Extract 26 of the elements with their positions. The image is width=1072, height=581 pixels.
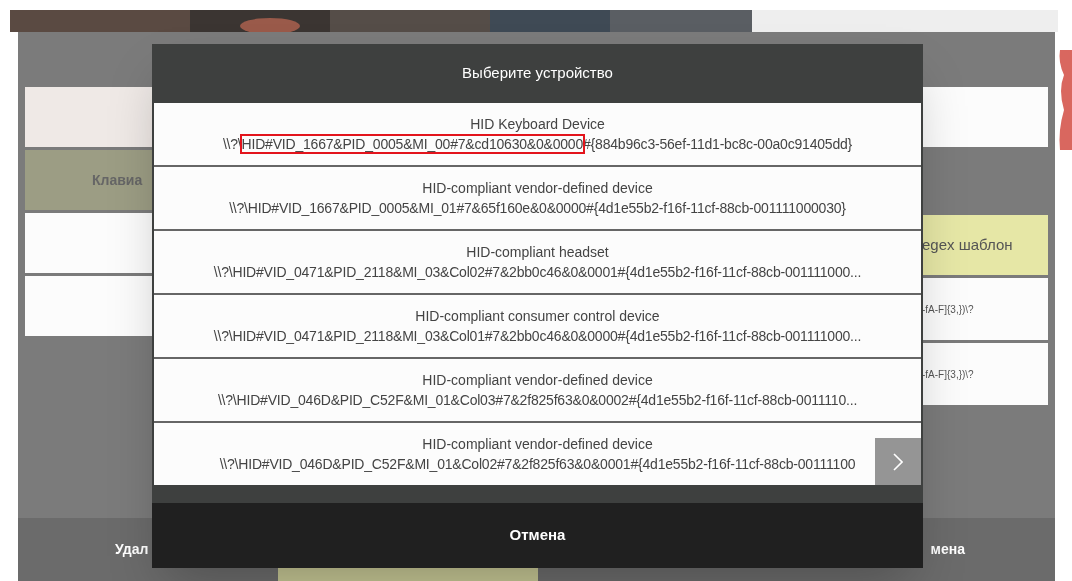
device-item[interactable]: HID-compliant vendor-defined device \\?\HID#VID_1667&PID_0005&MI_01#7&65f160e&0&0000#{4d1e55b2-f16f-11cf-88cb-001111000030} [154,167,921,229]
device-path: \\?\HID#VID_0471&PID_2118&MI_03&Col02#7&2bb0c46&0&0001#{4d1e55b2-f16f-11cf-88cb-001111000... [213,263,862,282]
cancel-button[interactable]: Отмена [509,524,566,547]
device-path: \\?\HID#VID_046D&PID_C52F&MI_01&Col02#7&2f825f63&0&0001#{4d1e55b2-f16f-11cf-88cb-00111100 [219,455,856,474]
device-path: \\?\HID#VID_0471&PID_2118&MI_03&Col01#7&2bb0c46&0&0000#{4d1e55b2-f16f-11cf-88cb-001111000... [213,327,862,346]
cell-text: -fA-F]{3,})\? [921,367,974,382]
cell-text: -fA-F]{3,})\? [921,302,974,317]
next-button[interactable] [875,438,921,485]
action-button[interactable] [278,568,538,581]
device-path: \\?\HID#VID_1667&PID_0005&MI_01#7&65f160e&0&0000#{4d1e55b2-f16f-11cf-88cb-001111000030} [229,199,846,218]
device-name: HID-compliant consumer control device [415,307,660,326]
device-item[interactable]: HID-compliant headset \\?\HID#VID_0471&PID_2118&MI_03&Col02#7&2bb0c46&0&0001#{4d1e55b2-f16f-11cf-88cb-001111000... [154,231,921,293]
cell-text: egex шаблон [921,234,1013,255]
chevron-right-icon [893,452,903,471]
device-name: HID-compliant vendor-defined device [422,371,653,390]
delete-button[interactable]: Удал [115,539,149,560]
device-name: HID-compliant vendor-defined device [422,179,653,198]
device-item[interactable]: HID-compliant vendor-defined device \\?\HID#VID_046D&PID_C52F&MI_01&Col02#7&2f825f63&0&0001#{4d1e55b2-f16f-11cf-88cb-00111100 [154,423,921,485]
dialog-title: Выберите устройство [462,63,613,84]
cancel-button[interactable]: мена [930,539,965,560]
device-path: \\?\HID#VID_046D&PID_C52F&MI_01&Col03#7&2f825f63&0&0002#{4d1e55b2-f16f-11cf-88cb-0011110... [217,391,858,410]
device-item[interactable]: HID-compliant consumer control device \\?\HID#VID_0471&PID_2118&MI_03&Col01#7&2bb0c46&0&0000#{4d1e55b2-f16f-11cf-88cb-001111000... [154,295,921,357]
device-name: HID-compliant vendor-defined device [422,435,653,454]
device-item[interactable]: HID-compliant vendor-defined device \\?\HID#VID_046D&PID_C52F&MI_01&Col03#7&2f825f63&0&0002#{4d1e55b2-f16f-11cf-88cb-0011110... [154,359,921,421]
device-name: HID Keyboard Device [470,115,605,134]
device-name: HID-compliant headset [466,243,609,262]
